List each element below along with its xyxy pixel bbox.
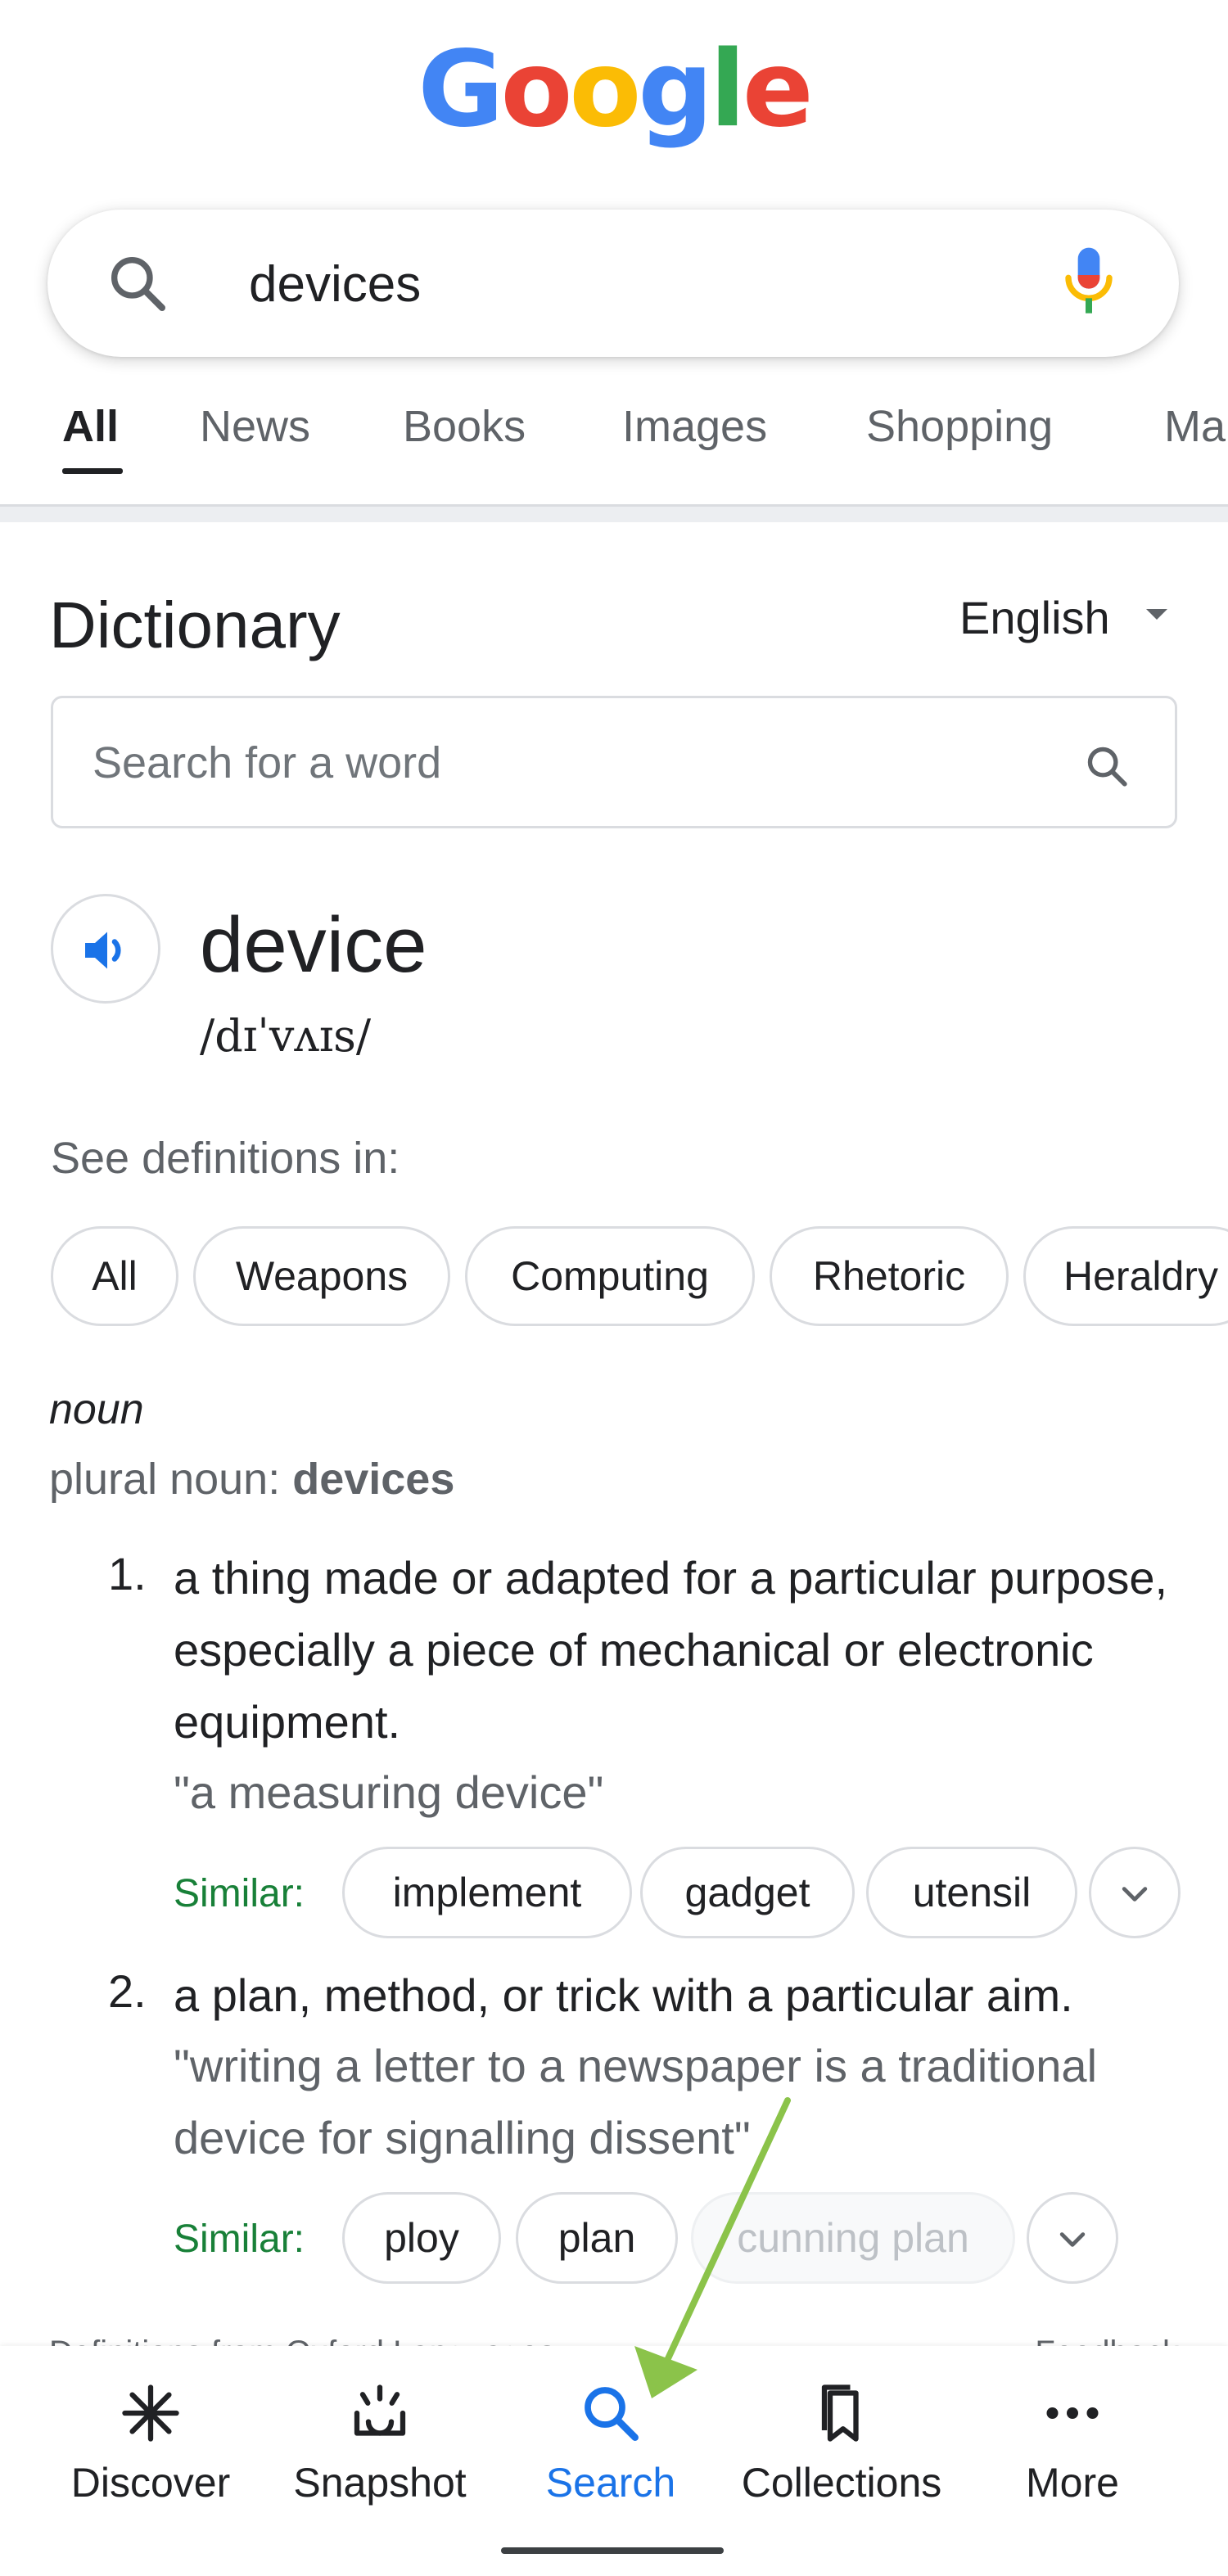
tab-images[interactable]: Images [622, 401, 767, 452]
caret-down-icon[interactable] [1146, 609, 1167, 620]
definition-text: a plan, method, or trick with a particul… [174, 1969, 1073, 2021]
definition-number: 1. [108, 1548, 147, 1599]
definition-text: a thing made or adapted for a particular… [174, 1552, 1168, 1748]
similar-label: Similar: [174, 2217, 305, 2261]
search-tabs: All News Books Images Shopping Ma [0, 401, 1228, 475]
snapshot-icon [354, 2384, 406, 2436]
definition-example: "writing a letter to a newspaper is a tr… [174, 2040, 1098, 2163]
plural-noun: plural noun: devices [49, 1454, 454, 1505]
active-tab-indicator [62, 468, 123, 474]
tab-news[interactable]: News [200, 401, 310, 452]
pronunciation-button[interactable] [51, 894, 160, 1004]
expand-similar-button[interactable] [1089, 1847, 1181, 1938]
mic-icon[interactable] [1056, 242, 1122, 324]
plural-value: devices [292, 1455, 455, 1504]
tab-all[interactable]: All [62, 401, 119, 452]
nav-snapshot[interactable]: Snapshot [265, 2379, 494, 2506]
google-logo: Google [0, 33, 1228, 147]
logo-letter-o1: o [500, 29, 572, 151]
logo-letter-g: G [418, 29, 503, 151]
word-search-box[interactable] [51, 696, 1177, 828]
nav-label: Search [545, 2460, 676, 2506]
definition-number: 2. [108, 1965, 147, 2017]
dictionary-title: Dictionary [49, 589, 341, 661]
bookmarks-icon [821, 2384, 859, 2442]
definition-example: "a measuring device" [174, 1766, 604, 1818]
search-icon [111, 257, 165, 311]
chevron-down-icon [1122, 1887, 1148, 1902]
similar-chip[interactable]: cunning plan [691, 2192, 1015, 2284]
search-bar[interactable]: devices [47, 210, 1179, 357]
domain-chip-weapons[interactable]: Weapons [193, 1226, 450, 1326]
home-indicator [501, 2547, 724, 2554]
domain-chip-rhetoric[interactable]: Rhetoric [770, 1226, 1009, 1326]
similar-label: Similar: [174, 1872, 305, 1915]
nav-label: More [1026, 2460, 1119, 2506]
speaker-icon [85, 932, 121, 969]
search-query[interactable]: devices [249, 255, 421, 314]
bottom-navigation: Discover Snapshot Search Collections Mor… [0, 2346, 1228, 2576]
nav-more[interactable]: More [958, 2379, 1187, 2506]
headword: device [200, 901, 427, 989]
logo-letter-e: e [742, 29, 814, 151]
similar-row: Similar: ploy plan cunning plan [0, 2192, 1228, 2284]
nav-label: Snapshot [293, 2460, 467, 2506]
nav-search[interactable]: Search [496, 2379, 725, 2506]
domain-chip-computing[interactable]: Computing [465, 1226, 755, 1326]
nav-collections[interactable]: Collections [727, 2379, 956, 2506]
tab-books[interactable]: Books [403, 401, 526, 452]
domain-chip-heraldry[interactable]: Heraldry [1023, 1226, 1228, 1326]
language-select[interactable]: English [959, 591, 1110, 644]
tab-shopping[interactable]: Shopping [866, 401, 1053, 452]
similar-chip[interactable]: ploy [342, 2192, 501, 2284]
logo-letter-o2: o [569, 29, 641, 151]
nav-discover[interactable]: Discover [36, 2379, 265, 2506]
logo-letter-g2: g [638, 29, 713, 151]
similar-row: Similar: implement gadget utensil [0, 1847, 1228, 1938]
search-icon[interactable] [1083, 742, 1131, 790]
search-icon [585, 2387, 639, 2441]
part-of-speech: noun [49, 1386, 144, 1433]
similar-chip[interactable]: implement [342, 1847, 632, 1938]
nav-label: Collections [741, 2460, 942, 2506]
phonetic: /dɪˈvʌɪs/ [200, 1010, 372, 1062]
similar-chip[interactable]: gadget [640, 1847, 855, 1938]
chevron-down-icon [1059, 2232, 1086, 2247]
asterisk-icon [122, 2384, 179, 2442]
word-search-input[interactable] [93, 734, 1034, 792]
section-divider [0, 504, 1228, 522]
similar-chip[interactable]: plan [516, 2192, 678, 2284]
see-definitions-label: See definitions in: [51, 1134, 400, 1183]
tab-maps[interactable]: Ma [1164, 401, 1226, 452]
similar-chip[interactable]: utensil [866, 1847, 1077, 1938]
plural-label: plural noun: [49, 1455, 293, 1504]
nav-label: Discover [70, 2460, 231, 2506]
domain-chip-all[interactable]: All [51, 1226, 178, 1326]
more-dots-icon [1046, 2407, 1099, 2419]
expand-similar-button[interactable] [1027, 2192, 1118, 2284]
domain-chips: All Weapons Computing Rhetoric Heraldry [0, 1226, 1228, 1331]
logo-letter-l: l [709, 29, 746, 151]
